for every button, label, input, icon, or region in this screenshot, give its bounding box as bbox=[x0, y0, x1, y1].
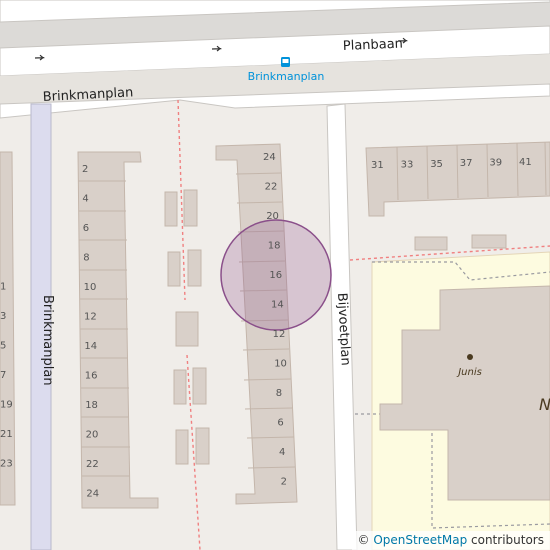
house-number-label: 18 bbox=[268, 241, 281, 252]
house-number-label: 2 bbox=[82, 164, 88, 175]
house-number-label: 6 bbox=[83, 223, 89, 234]
house-number-label: 4 bbox=[279, 447, 285, 458]
house-number-label: 12 bbox=[84, 312, 97, 323]
label-bus-stop: Brinkmanplan bbox=[248, 70, 325, 83]
house-number-label: 41 bbox=[519, 157, 532, 168]
house-number-label: 21 bbox=[0, 429, 13, 440]
map-attribution: © OpenStreetMap contributors bbox=[351, 531, 550, 550]
block-left-edge bbox=[0, 151, 16, 506]
house-number-label: 22 bbox=[86, 459, 99, 470]
copyright-icon: © bbox=[357, 533, 370, 547]
label-brinkmanplan-vertical: Brinkmanplan bbox=[40, 295, 55, 386]
house-number-label: 7 bbox=[0, 370, 6, 381]
openstreetmap-link[interactable]: OpenStreetMap bbox=[373, 533, 467, 547]
house-number-label: 16 bbox=[269, 270, 282, 281]
house-number-label: 16 bbox=[85, 371, 98, 382]
house-number-label: 8 bbox=[276, 388, 282, 399]
label-poi-junis: Junis bbox=[456, 367, 482, 378]
house-number-label: 18 bbox=[85, 400, 98, 411]
attribution-suffix: contributors bbox=[471, 533, 544, 547]
bus-stop-icon bbox=[281, 57, 290, 67]
house-number-label: 4 bbox=[82, 194, 88, 205]
house-number-label: 39 bbox=[489, 158, 502, 169]
house-number-label: 24 bbox=[263, 152, 276, 163]
house-number-label: 31 bbox=[371, 160, 384, 171]
house-number-label: 10 bbox=[84, 282, 97, 293]
house-number-label: 35 bbox=[430, 159, 443, 170]
house-number-label: 37 bbox=[460, 158, 473, 169]
label-partial: N bbox=[539, 395, 550, 414]
map-canvas: Planbaan Brinkmanplan Brinkmanplan Bijvo… bbox=[0, 0, 550, 550]
house-number-label: 12 bbox=[273, 329, 286, 340]
house-number-label: 24 bbox=[86, 489, 99, 500]
house-number-label: 2 bbox=[281, 477, 287, 488]
house-number-label: 5 bbox=[0, 341, 6, 352]
house-number-label: 8 bbox=[83, 253, 89, 264]
house-number-label: 3 bbox=[0, 311, 6, 322]
house-number-label: 19 bbox=[0, 400, 13, 411]
house-number-label: 20 bbox=[86, 430, 99, 441]
house-number-label: 22 bbox=[265, 182, 278, 193]
label-planbaan: Planbaan bbox=[343, 37, 404, 54]
house-number-label: 6 bbox=[277, 418, 283, 429]
house-number-label: 14 bbox=[271, 300, 284, 311]
poi-marker-icon bbox=[467, 354, 473, 360]
house-number-label: 10 bbox=[274, 359, 287, 370]
house-number-label: 23 bbox=[0, 459, 13, 470]
house-number-label: 20 bbox=[266, 211, 279, 222]
map-view[interactable]: Planbaan Brinkmanplan Brinkmanplan Bijvo… bbox=[0, 0, 550, 550]
house-number-label: 1 bbox=[0, 282, 6, 293]
house-number-label: 33 bbox=[401, 159, 414, 170]
house-number-label: 14 bbox=[84, 341, 97, 352]
